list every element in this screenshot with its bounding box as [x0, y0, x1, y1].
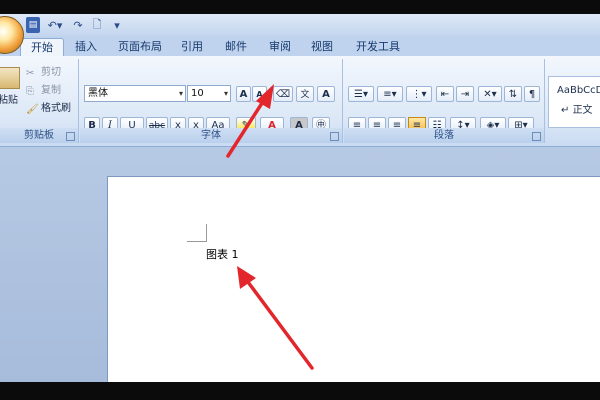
quick-access-toolbar: ▤ ↶▾ ↷ 🗋 ▾ — [0, 14, 600, 54]
paragraph-group: ☰▾ ≡▾ ⋮▾ ⇤ ⇥ ✕▾ ⇅ ¶ ≡ ≡ ≡ ≡ ☷ ↕▾ ◈▾ ⊞▾ 段… — [344, 59, 545, 143]
increase-indent-icon[interactable]: ⇥ — [456, 86, 474, 102]
font-size-select[interactable]: 10 ▾ — [187, 85, 231, 102]
numbering-icon[interactable]: ≡▾ — [377, 86, 403, 102]
screenshot-frame: ▤ ↶▾ ↷ 🗋 ▾ 开始 插入 页面布局 引用 邮件 审阅 视图 开发工具 粘… — [0, 0, 600, 400]
style-normal-label: 正文 — [572, 105, 593, 116]
font-group-label: 字体 — [80, 128, 342, 143]
format-painter-button[interactable]: 🖌 格式刷 — [26, 101, 71, 117]
clear-formatting-icon[interactable]: ⌫ — [273, 86, 293, 102]
char-border-icon[interactable]: A — [317, 86, 335, 102]
chevron-down-icon: ▾ — [223, 89, 228, 98]
margin-corner-mark-vertical — [206, 224, 207, 242]
tab-view[interactable]: 视图 — [306, 38, 338, 56]
document-caption-text[interactable]: 图表 1 — [206, 246, 239, 262]
brush-icon: 🖌 — [26, 104, 39, 115]
copy-button[interactable]: ⎘ 复制 — [26, 83, 61, 99]
copy-icon: ⎘ — [26, 86, 34, 97]
grow-font-button[interactable]: A — [236, 86, 251, 102]
tab-page-layout[interactable]: 页面布局 — [112, 38, 168, 56]
phonetic-guide-icon[interactable]: 文 — [296, 86, 314, 102]
margin-corner-mark — [187, 241, 207, 242]
font-name-select[interactable]: 黑体 ▾ — [84, 85, 186, 102]
redo-icon[interactable]: ↷ — [72, 17, 84, 33]
shrink-font-button[interactable]: A — [252, 86, 267, 102]
scissors-icon: ✂ — [26, 68, 35, 79]
tab-home[interactable]: 开始 — [20, 38, 64, 57]
clipboard-group: 粘贴 ✂剪切 ⎘复制 🖌格式刷 剪贴板 . — [0, 59, 79, 143]
font-size-value: 10 — [191, 88, 204, 99]
tab-mailings[interactable]: 邮件 — [220, 38, 252, 56]
format-painter-label: 格式刷 — [41, 103, 71, 114]
style-preview: AaBbCcD — [557, 85, 600, 96]
word-window: ▤ ↶▾ ↷ 🗋 ▾ 开始 插入 页面布局 引用 邮件 审阅 视图 开发工具 粘… — [0, 14, 600, 382]
ribbon-tabs: 开始 插入 页面布局 引用 邮件 审阅 视图 开发工具 — [0, 36, 600, 57]
save-icon[interactable]: ▤ — [26, 17, 40, 33]
ribbon: 粘贴 ✂剪切 ⎘复制 🖌格式刷 剪贴板 . 黑体 ▾ — [0, 56, 600, 147]
multilevel-list-icon[interactable]: ⋮▾ — [406, 86, 432, 102]
sort-icon[interactable]: ⇅ — [504, 86, 522, 102]
decrease-indent-icon[interactable]: ⇤ — [436, 86, 454, 102]
tab-references[interactable]: 引用 — [176, 38, 208, 56]
undo-icon[interactable]: ↶▾ — [44, 17, 66, 33]
show-marks-icon[interactable]: ¶ — [524, 86, 540, 102]
chevron-down-icon: ▾ — [178, 89, 183, 98]
style-normal[interactable]: ↵ 正文 — [561, 103, 593, 119]
tab-developer[interactable]: 开发工具 — [352, 38, 404, 56]
cut-button[interactable]: ✂ 剪切 — [26, 65, 61, 81]
font-group: 黑体 ▾ 10 ▾ A A ⌫ 文 A B I U abc x x Aa ✎ A… — [80, 59, 343, 143]
paragraph-dialog-launcher[interactable]: . — [532, 132, 541, 141]
font-name-value: 黑体 — [88, 88, 108, 99]
cut-label: 剪切 — [41, 67, 61, 78]
document-page[interactable] — [107, 176, 600, 382]
customize-toolbar-icon[interactable]: ▾ — [112, 17, 122, 33]
asian-layout-icon[interactable]: ✕▾ — [478, 86, 502, 102]
paste-icon[interactable] — [0, 67, 20, 89]
paste-button[interactable]: 粘贴 — [0, 93, 18, 109]
bullets-icon[interactable]: ☰▾ — [348, 86, 374, 102]
tab-review[interactable]: 审阅 — [264, 38, 296, 56]
tab-insert[interactable]: 插入 — [68, 38, 104, 56]
copy-label: 复制 — [41, 85, 61, 96]
clipboard-dialog-launcher[interactable]: . — [66, 132, 75, 141]
document-area — [0, 147, 600, 382]
styles-gallery[interactable]: AaBbCcD ↵ 正文 — [548, 76, 600, 128]
print-preview-icon[interactable]: 🗋 — [90, 17, 104, 33]
paragraph-mark-icon: ↵ — [561, 105, 573, 116]
font-dialog-launcher[interactable]: . — [330, 132, 339, 141]
paragraph-group-label: 段落 — [344, 128, 544, 143]
